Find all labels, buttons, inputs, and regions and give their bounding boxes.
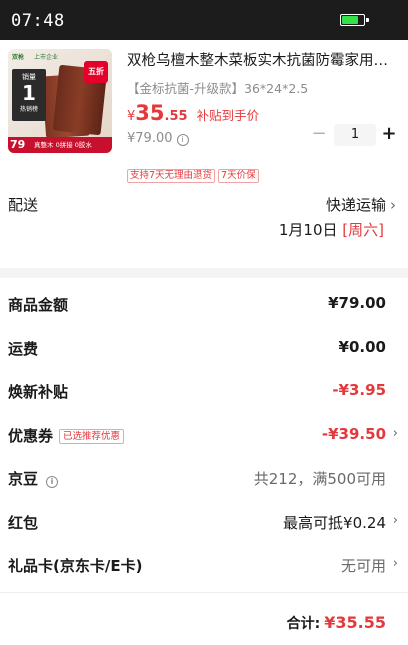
trade-in-subsidy-row: 焕新补贴 -¥3.95 [8, 381, 398, 405]
battery-tip [366, 18, 369, 22]
shipping-label: 运费 [8, 340, 39, 358]
product-item: 双枪 上市企业 销量 1 热销榜 五折 79 真整木 0拼接 0胶水 双枪乌檀木… [0, 40, 408, 183]
decrease-button[interactable]: − [310, 124, 328, 146]
product-spec[interactable]: 【金标抗菌-升级款】36*24*2.5 [127, 78, 308, 97]
battery-fill [342, 16, 358, 24]
delivery-weekday: [周六] [342, 221, 384, 239]
goods-amount-row: 商品金额 ¥79.00 [8, 294, 398, 318]
thumbnail-banner: 79 真整木 0拼接 0胶水 [8, 137, 112, 153]
delivery-method[interactable]: 快递运输 › [326, 194, 396, 215]
thumbnail-brand: 双枪 [12, 54, 25, 61]
shipping-value: ¥0.00 [338, 338, 386, 356]
gift-card-row[interactable]: 礼品卡(京东卡/E卡) 无可用 › [8, 555, 398, 579]
top1-line3: 热销榜 [19, 106, 38, 113]
price-integer: 35 [135, 101, 165, 125]
jingdou-row[interactable]: 京豆 i 共212，满500可用 [8, 468, 398, 492]
jingdou-value: 共212，满500可用 [253, 470, 386, 488]
section-divider [0, 268, 408, 278]
shipping-row: 运费 ¥0.00 [8, 338, 398, 362]
subsidy-note: 补贴到手价 [196, 108, 260, 123]
original-price: ¥79.00 i [127, 131, 189, 146]
delivery-date[interactable]: 1月10日 [周六] [279, 219, 384, 240]
product-title[interactable]: 双枪乌檀木整木菜板实木抗菌防霉家用切菜板 [127, 49, 397, 70]
trade-in-subsidy-value: -¥3.95 [332, 381, 386, 399]
battery-icon [340, 14, 369, 26]
delivery-method-text: 快递运输 [325, 196, 386, 214]
top1-rank: 1 [22, 81, 36, 105]
chevron-right-icon: › [392, 556, 398, 571]
chevron-right-icon: › [392, 426, 398, 441]
trade-in-subsidy-label: 焕新补贴 [8, 383, 69, 401]
total-value: ¥35.55 [324, 613, 386, 632]
product-price: ¥35.55 补贴到手价 [127, 101, 259, 125]
top1-badge: 销量 1 热销榜 [12, 69, 46, 121]
quantity-value[interactable]: 1 [334, 124, 376, 146]
thumbnail-brand-sub: 上市企业 [34, 54, 59, 61]
red-packet-value: 最高可抵¥0.24 [283, 514, 386, 532]
jingdou-label: 京豆 [8, 470, 39, 488]
service-tags: 支持7天无理由退货 7天价保 [127, 163, 262, 183]
service-tag: 7天价保 [218, 169, 259, 183]
delivery-label: 配送 [8, 196, 39, 214]
red-packet-row[interactable]: 红包 最高可抵¥0.24 › [8, 512, 398, 536]
chevron-right-icon: › [390, 196, 396, 214]
coupon-tag: 已选推荐优惠 [59, 429, 125, 444]
coupon-row[interactable]: 优惠券 已选推荐优惠 -¥39.50 › [8, 425, 398, 449]
gift-card-value: 无可用 [340, 557, 386, 575]
sale-badge: 五折 [84, 61, 108, 83]
original-price-value: ¥79.00 [127, 131, 173, 146]
product-thumbnail[interactable]: 双枪 上市企业 销量 1 热销榜 五折 79 真整木 0拼接 0胶水 [8, 49, 112, 153]
status-bar: 07:48 [0, 0, 408, 40]
delivery-date-text: 1月10日 [278, 221, 338, 239]
bottom-divider [0, 592, 408, 593]
status-time: 07:48 [11, 11, 65, 31]
info-icon[interactable]: i [176, 134, 189, 146]
gift-card-label: 礼品卡(京东卡/E卡) [8, 557, 143, 575]
total-label: 合计: [286, 616, 321, 632]
jingdou-label-wrap: 京豆 i [8, 468, 59, 489]
thumbnail-banner-text: 真整木 0拼接 0胶水 [34, 141, 92, 149]
red-packet-label: 红包 [8, 514, 39, 532]
increase-button[interactable]: + [380, 124, 398, 146]
service-tag: 支持7天无理由退货 [127, 169, 216, 183]
thumbnail-banner-price: 79 [10, 138, 26, 151]
coupon-label: 优惠券 [8, 427, 54, 445]
goods-amount-value: ¥79.00 [328, 294, 386, 312]
coupon-value: -¥39.50 [321, 425, 386, 443]
order-total: 合计: ¥35.55 [287, 613, 386, 633]
coupon-label-wrap: 优惠券 已选推荐优惠 [8, 425, 125, 446]
chevron-right-icon: › [392, 513, 398, 528]
goods-amount-label: 商品金额 [8, 296, 69, 314]
info-icon[interactable]: i [46, 476, 59, 488]
price-decimal: .55 [164, 109, 188, 124]
